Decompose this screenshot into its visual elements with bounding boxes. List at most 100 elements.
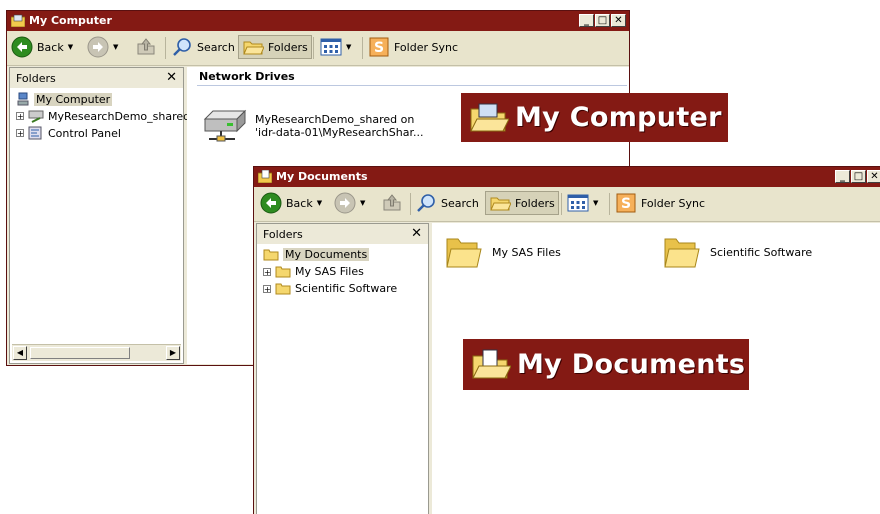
toolbar: Back ▼ ▼ Search Folders ▼ S Folder Sync [254,187,880,222]
folder-icon [446,238,482,268]
forward-arrow-icon [334,192,356,214]
search-button[interactable]: Search [415,191,479,215]
group-header: Network Drives [199,70,295,83]
folder-icon [275,283,291,295]
search-icon [417,194,435,212]
folder-sync-icon: S [369,37,389,57]
folder-icon [664,238,700,268]
tree-item-my-documents[interactable]: My Documents [263,248,370,261]
views-button[interactable]: ▼ [567,191,598,215]
close-button[interactable]: ✕ [611,14,626,27]
tree-item-scientific-software[interactable]: + Scientific Software [263,282,397,295]
scroll-left-icon[interactable]: ◀ [13,346,27,360]
title-bar[interactable]: My Documents _ □ ✕ [254,167,880,187]
folder-sync-icon: S [616,193,636,213]
tree-item-label: Scientific Software [295,282,398,295]
folder-item-label: My SAS Files [492,245,561,259]
up-folder-icon [137,38,155,55]
folder-sync-label: Folder Sync [394,40,459,54]
folders-button[interactable]: Folders [485,191,559,215]
views-dropdown-icon[interactable]: ▼ [346,43,351,51]
search-icon [173,38,191,56]
folders-label: Folders [268,40,308,54]
back-arrow-icon [11,36,33,58]
up-folder-icon [383,194,401,211]
forward-arrow-icon [87,36,109,58]
close-pane-icon[interactable]: ✕ [411,226,422,241]
forward-dropdown-icon[interactable]: ▼ [113,43,118,51]
title-bar[interactable]: My Computer _ □ ✕ [7,11,629,31]
folders-label: Folders [515,196,555,210]
tree-item-label: My Documents [283,248,370,261]
folder-sync-button[interactable]: S Folder Sync [615,191,705,215]
horizontal-scrollbar[interactable]: ◀ ▶ [12,344,181,361]
forward-button[interactable]: ▼ [334,191,365,215]
search-label: Search [441,196,479,210]
views-button[interactable]: ▼ [320,35,351,59]
expand-icon[interactable]: + [16,129,24,138]
maximize-button[interactable]: □ [851,170,866,183]
folders-button[interactable]: Folders [238,35,312,59]
tree-item-control-panel[interactable]: + Control Panel [16,126,121,140]
views-icon [567,194,589,212]
toolbar-separator [609,193,610,215]
search-button[interactable]: Search [171,35,235,59]
back-label: Back [37,40,64,54]
scroll-right-icon[interactable]: ▶ [166,346,180,360]
folder-item-my-sas-files[interactable]: My SAS Files [444,233,561,271]
toolbar-separator [561,193,562,215]
tree-item-label: Control Panel [48,126,121,140]
tree-item-my-computer[interactable]: My Computer [16,92,113,106]
window-title: My Computer [29,14,112,27]
up-folder-button[interactable] [135,35,157,59]
folders-pane: Folders ✕ My Computer + MyResearchDemo_s… [9,67,190,364]
folders-icon [243,41,264,55]
back-label: Back [286,196,313,210]
network-drive-item[interactable]: MyResearchDemo_shared on 'idr-data-01\My… [201,105,423,145]
search-label: Search [197,40,235,54]
my-computer-callout: My Computer [461,93,728,142]
folders-pane: Folders ✕ My Documents + My SAS Files + … [256,223,429,514]
expand-icon[interactable]: + [16,112,24,121]
back-button[interactable]: Back ▼ [260,191,322,215]
maximize-button[interactable]: □ [595,14,610,27]
network-drive-icon [203,109,247,142]
my-documents-icon [472,349,511,378]
tree-item-myresearchdemo-shared[interactable]: + MyResearchDemo_shared [16,109,190,123]
expand-icon[interactable]: + [263,267,271,276]
up-folder-button[interactable] [381,191,403,215]
network-drive-icon [28,110,44,123]
my-computer-icon [470,103,509,131]
toolbar-separator [313,37,314,59]
scroll-thumb[interactable] [30,347,130,359]
back-dropdown-icon[interactable]: ▼ [68,43,73,51]
drive-label-line1: MyResearchDemo_shared on [255,113,415,126]
tree-item-my-sas-files[interactable]: + My SAS Files [263,265,364,278]
minimize-button[interactable]: _ [835,170,850,183]
close-button[interactable]: ✕ [867,170,880,183]
folder-item-scientific-software[interactable]: Scientific Software [662,233,812,271]
folders-pane-title: Folders [16,72,56,85]
folders-pane-header: Folders ✕ [257,224,428,244]
folder-icon [275,266,291,278]
views-dropdown-icon[interactable]: ▼ [593,199,598,207]
drive-label-line2: 'idr-data-01\MyResearchShar... [255,126,424,139]
back-button[interactable]: Back ▼ [11,35,73,59]
folder-icon [263,249,279,261]
close-pane-icon[interactable]: ✕ [166,70,177,85]
expand-icon[interactable]: + [263,284,271,293]
tree-item-label: My SAS Files [295,265,364,278]
minimize-button[interactable]: _ [579,14,594,27]
control-panel-icon [28,126,42,140]
my-computer-icon [11,14,25,27]
toolbar: Back ▼ ▼ Search Folders ▼ S Folder Sync [7,31,629,66]
forward-button[interactable]: ▼ [87,35,118,59]
back-dropdown-icon[interactable]: ▼ [317,199,322,207]
forward-dropdown-icon[interactable]: ▼ [360,199,365,207]
folder-item-label: Scientific Software [710,245,813,259]
svg-text:S: S [374,40,384,56]
group-divider [197,85,627,86]
tree-item-label: My Computer [34,92,113,106]
folder-sync-button[interactable]: S Folder Sync [368,35,458,59]
views-icon [320,38,342,56]
